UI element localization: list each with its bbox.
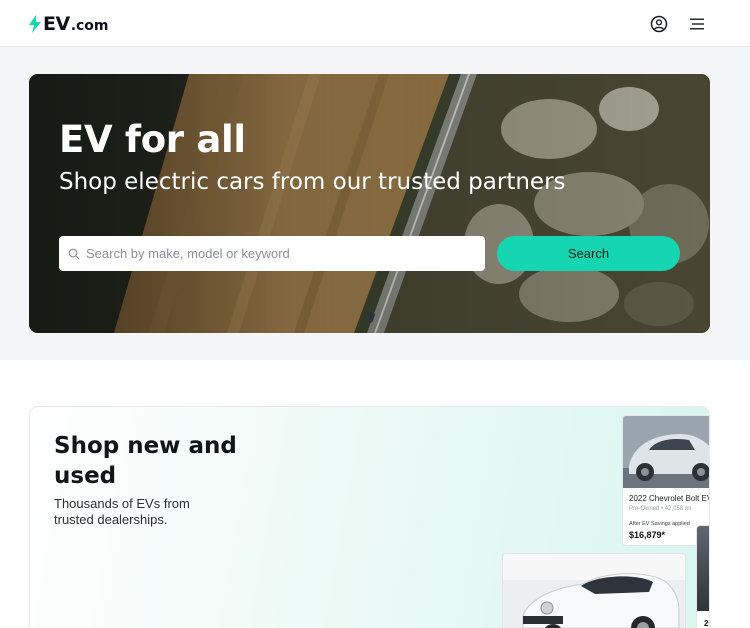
listing-note: After EV Savings applied — [629, 521, 690, 527]
card-title: Shop new and used — [54, 433, 237, 489]
account-button[interactable] — [646, 11, 672, 37]
shop-new-used-card[interactable]: Shop new and used Thousands of EVs from … — [29, 406, 710, 628]
menu-button[interactable] — [685, 11, 711, 37]
listing-meta: Pre-Owned • 42,058 mi — [629, 506, 692, 512]
hero-subtitle: Shop electric cars from our trusted part… — [59, 169, 566, 195]
search-input[interactable] — [86, 246, 466, 261]
bolt-icon — [29, 15, 41, 33]
listing-name: 20 — [704, 619, 709, 628]
menu-icon — [690, 18, 704, 30]
car-photo — [623, 416, 709, 488]
listing-card[interactable]: 20 — [696, 525, 709, 628]
account-icon — [650, 15, 668, 33]
listing-card[interactable] — [502, 553, 686, 628]
search-button[interactable]: Search — [497, 236, 680, 271]
hero-banner: EV for all Shop electric cars from our t… — [29, 74, 710, 333]
search-icon — [68, 248, 80, 259]
site-logo[interactable]: EV .com — [29, 11, 109, 37]
hero-background-image — [29, 74, 710, 333]
search-field[interactable] — [59, 236, 485, 271]
card-description: Thousands of EVs from trusted dealership… — [54, 496, 190, 527]
listing-price: $16,879* — [629, 530, 666, 540]
listing-name: 2022 Chevrolet Bolt EV — [629, 494, 710, 503]
site-header: EV .com — [0, 0, 750, 47]
logo-text: EV — [43, 13, 70, 35]
car-photo — [697, 526, 709, 611]
hero-title: EV for all — [59, 118, 246, 161]
logo-suffix: .com — [70, 17, 109, 34]
car-photo — [503, 554, 685, 628]
